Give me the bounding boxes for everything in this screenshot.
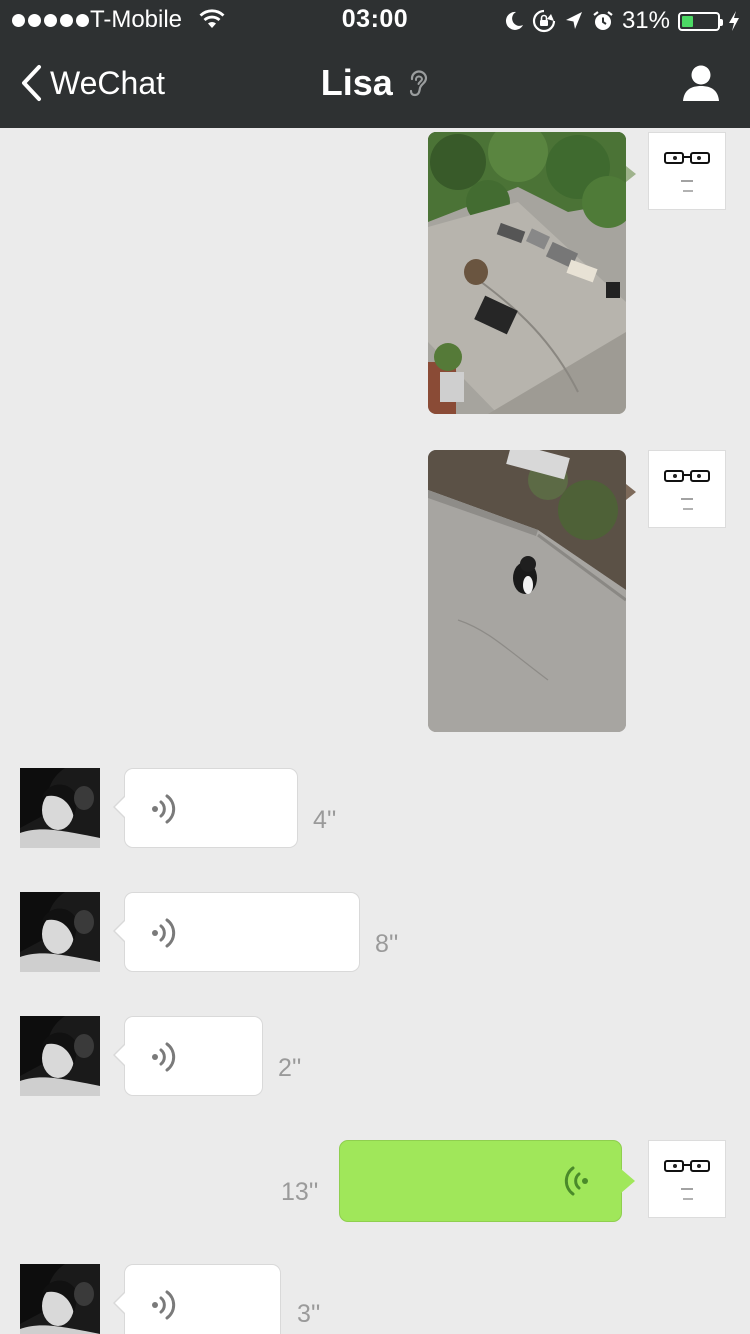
photo-garden-chairs — [428, 132, 626, 414]
chat-info-button[interactable] — [682, 64, 720, 107]
voice-message-bubble[interactable] — [113, 1264, 281, 1334]
portrait-photo — [20, 892, 100, 972]
photo-message[interactable] — [428, 450, 626, 732]
voice-message-bubble[interactable] — [339, 1140, 635, 1222]
profile-icon — [683, 65, 719, 101]
glasses-face-drawing — [664, 470, 710, 510]
my-avatar[interactable] — [648, 132, 726, 210]
photo-cat — [428, 450, 626, 732]
chat-title: Lisa — [0, 62, 750, 104]
status-icons: 31% — [504, 6, 740, 36]
my-avatar[interactable] — [648, 1140, 726, 1218]
ear-icon — [410, 70, 428, 97]
battery-level-fill — [682, 15, 693, 27]
charging-bolt-icon — [729, 11, 739, 31]
portrait-photo — [20, 768, 100, 848]
my-avatar[interactable] — [648, 450, 726, 528]
glasses-face-drawing — [664, 152, 710, 192]
photo-message[interactable] — [428, 132, 626, 414]
voice-duration: 2'' — [278, 1054, 302, 1082]
bubble-tail — [626, 166, 636, 182]
voice-duration: 8'' — [375, 930, 399, 958]
voice-message-bubble[interactable] — [113, 768, 298, 848]
nav-bar: WeChat Lisa — [0, 40, 750, 128]
contact-avatar[interactable] — [20, 892, 100, 972]
alarm-icon — [593, 11, 613, 30]
portrait-photo — [20, 1264, 100, 1334]
contact-avatar[interactable] — [20, 1264, 100, 1334]
voice-wave-icon — [152, 1290, 176, 1320]
bubble-tail — [626, 484, 636, 500]
chat-screen: T-Mobile 03:00 31% WeChat Lisa 4'' 8'' 2… — [0, 0, 750, 1334]
voice-wave-icon — [564, 1166, 588, 1196]
rotation-lock-icon — [532, 9, 556, 33]
voice-message-bubble[interactable] — [113, 892, 360, 972]
battery-icon — [678, 11, 723, 31]
portrait-photo — [20, 1016, 100, 1096]
voice-duration: 3'' — [297, 1300, 321, 1328]
glasses-face-drawing — [664, 1160, 710, 1200]
voice-wave-icon — [152, 794, 176, 824]
contact-avatar[interactable] — [20, 768, 100, 848]
contact-name: Lisa — [320, 62, 393, 103]
voice-duration: 13'' — [281, 1178, 319, 1206]
contact-avatar[interactable] — [20, 1016, 100, 1096]
voice-duration: 4'' — [313, 806, 337, 834]
voice-wave-icon — [152, 918, 176, 948]
status-bar: T-Mobile 03:00 31% — [0, 0, 750, 40]
voice-message-bubble[interactable] — [113, 1016, 263, 1096]
moon-icon — [505, 11, 523, 30]
battery-percentage: 31% — [621, 7, 670, 34]
location-arrow-icon — [565, 12, 582, 29]
header: T-Mobile 03:00 31% WeChat Lisa — [0, 0, 750, 128]
voice-wave-icon — [152, 1042, 176, 1072]
